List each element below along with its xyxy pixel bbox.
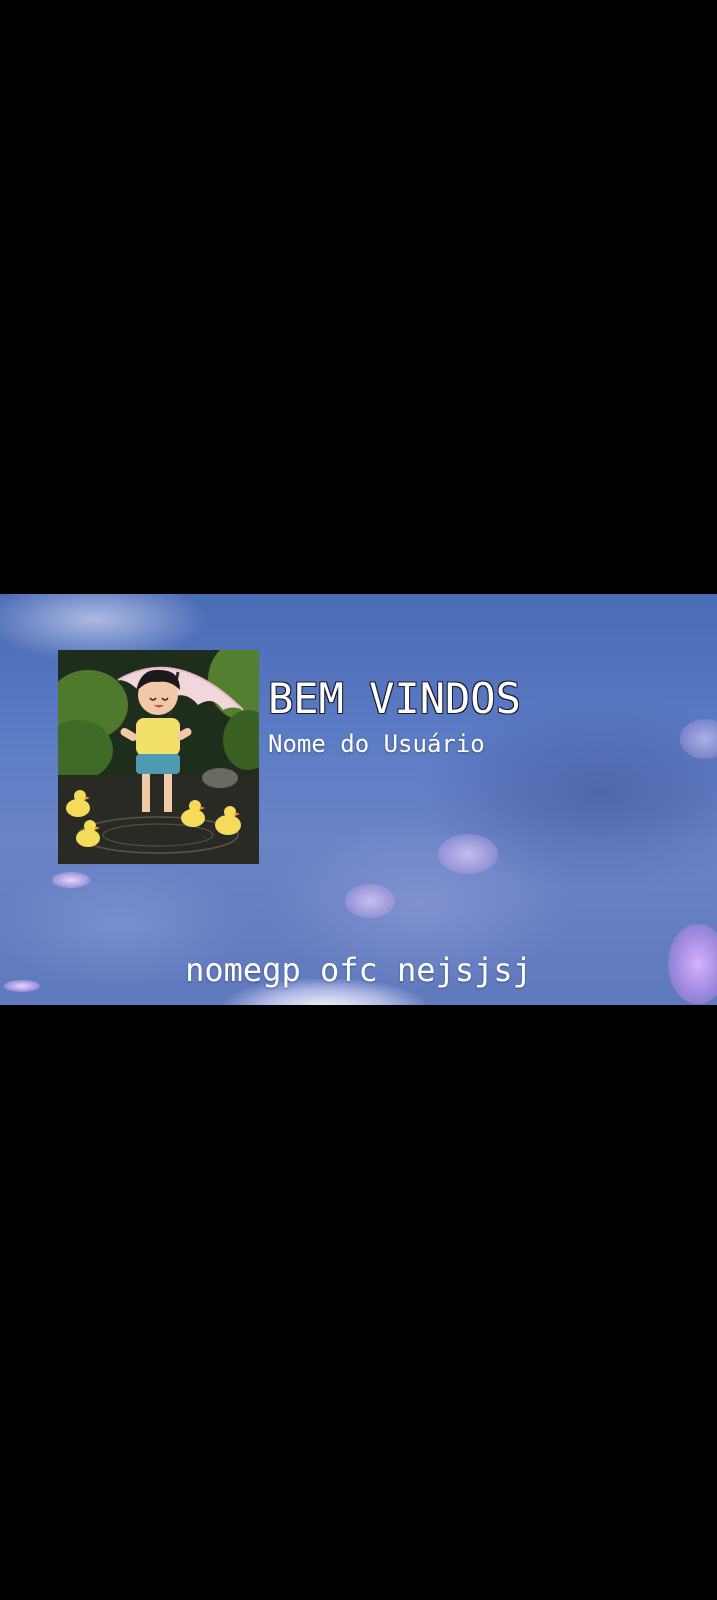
petal-decoration — [52, 872, 90, 888]
avatar-illustration — [58, 650, 259, 864]
petal-decoration — [680, 719, 717, 759]
petal-decoration — [345, 884, 395, 918]
welcome-title: BEM VINDOS — [268, 674, 521, 723]
avatar — [58, 650, 259, 864]
petal-decoration — [438, 834, 498, 874]
group-name-label: nomegp ofc nejsjsj — [185, 951, 532, 989]
screen: BEM VINDOS Nome do Usuário nomegp ofc ne… — [0, 0, 717, 1600]
username-label: Nome do Usuário — [268, 730, 485, 758]
welcome-banner: BEM VINDOS Nome do Usuário nomegp ofc ne… — [0, 594, 717, 1005]
